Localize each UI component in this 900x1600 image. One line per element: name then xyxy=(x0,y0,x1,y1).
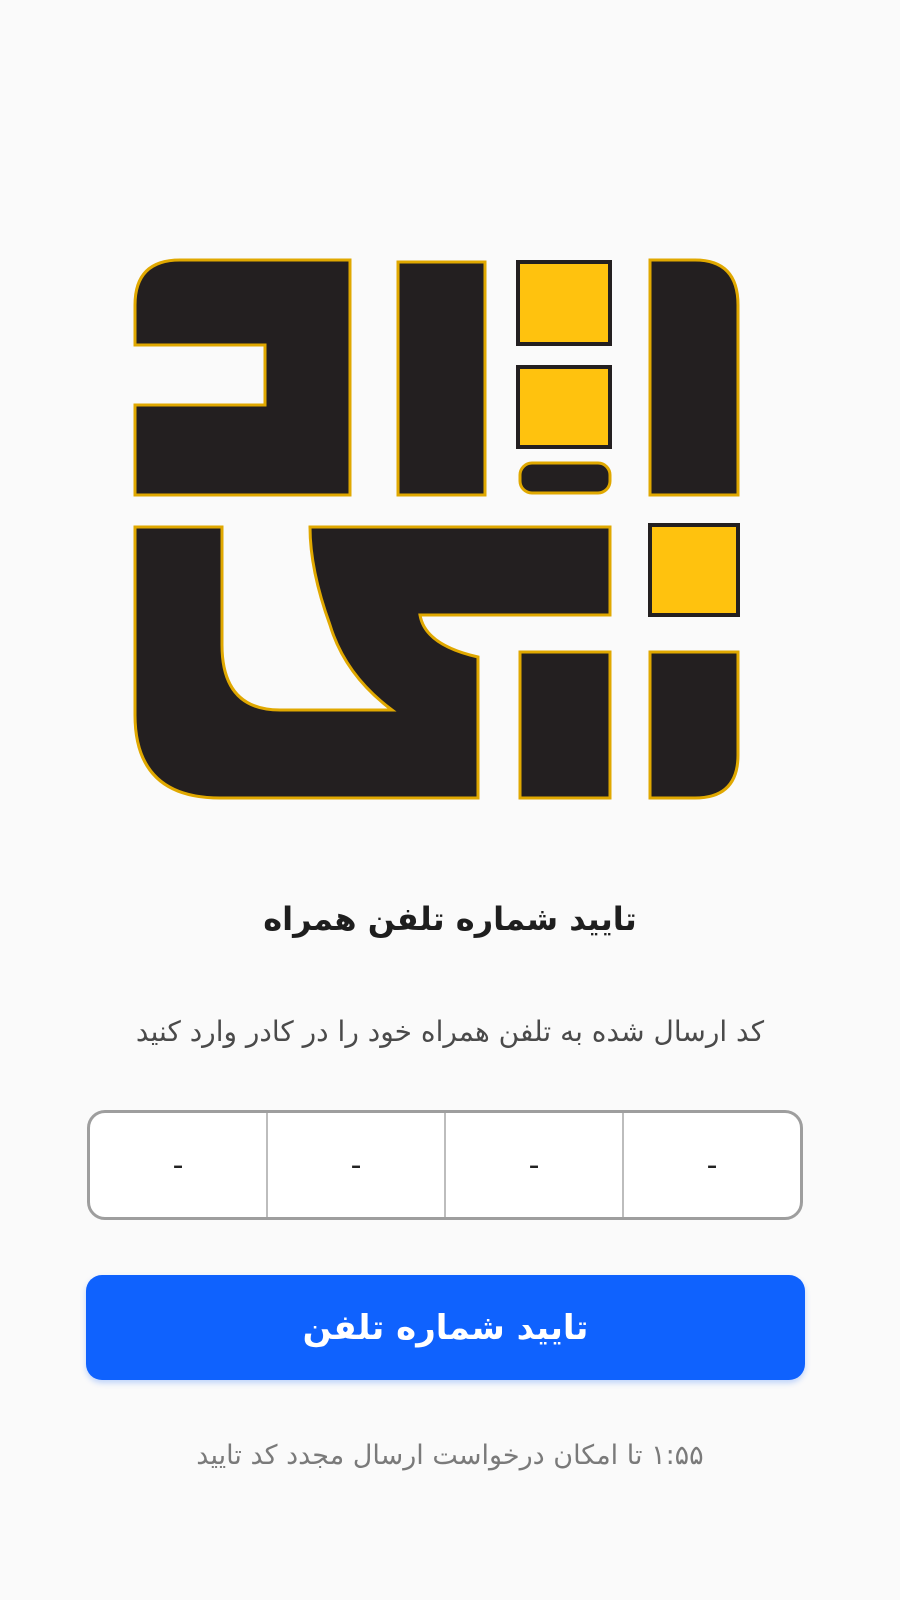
logo-shape-top-left xyxy=(133,258,352,497)
logo-shape-bottom-bar xyxy=(518,650,612,800)
code-digit-field[interactable]: - xyxy=(90,1113,266,1217)
logo-square-yellow-3 xyxy=(648,523,740,617)
code-digit-field[interactable]: - xyxy=(266,1113,444,1217)
logo-square-yellow-1 xyxy=(516,260,612,346)
logo-shape-top-right xyxy=(648,258,740,497)
confirm-phone-button[interactable]: تایید شماره تلفن xyxy=(86,1275,805,1380)
app-logo xyxy=(133,258,740,800)
logo-shape-bar xyxy=(396,260,487,497)
code-digit-field[interactable]: - xyxy=(444,1113,622,1217)
code-digit-field[interactable]: - xyxy=(622,1113,800,1217)
resend-countdown-text: ۱:۵۵ تا امکان درخواست ارسال مجدد کد تایی… xyxy=(196,1440,704,1471)
verification-code-input[interactable]: - - - - xyxy=(87,1110,803,1220)
page-title: تایید شماره تلفن همراه xyxy=(263,900,637,938)
instruction-text: کد ارسال شده به تلفن همراه خود را در کاد… xyxy=(135,1015,765,1048)
logo-shape-small-bar xyxy=(518,461,612,495)
logo-shape-bottom-right xyxy=(648,650,740,800)
logo-square-yellow-2 xyxy=(516,365,612,449)
